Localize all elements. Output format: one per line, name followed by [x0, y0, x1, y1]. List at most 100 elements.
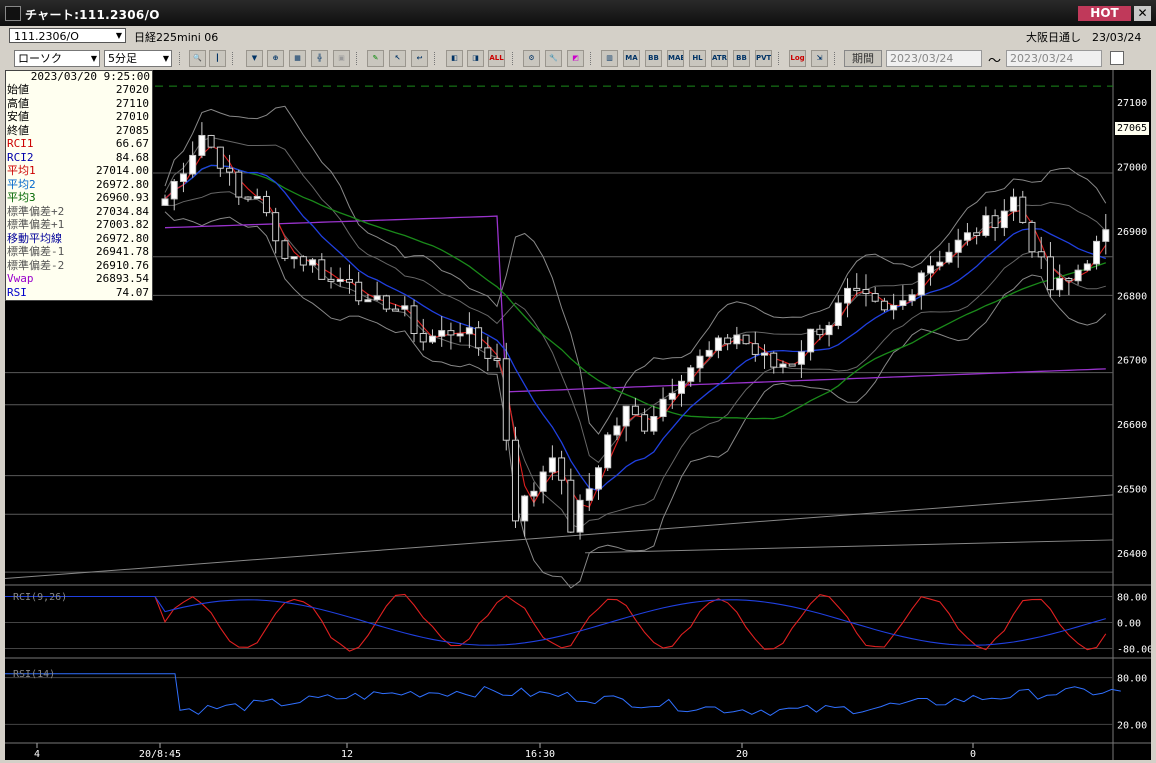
rsi-line [5, 673, 1121, 716]
candle-body [1028, 221, 1036, 253]
candle-body [401, 305, 409, 310]
crossline-icon[interactable]: ╬ [311, 50, 328, 67]
all-icon[interactable]: ALL [488, 50, 505, 67]
app-icon [5, 6, 21, 21]
date-range-separator: ～ [988, 54, 1002, 69]
info-row-value: 27020 [115, 83, 149, 96]
candle-body [576, 499, 584, 533]
info-row-value: 27110 [115, 96, 149, 110]
undo-icon[interactable]: ↩ [411, 50, 428, 67]
toolbar-separator [179, 52, 184, 65]
chevron-down-icon: ▼ [90, 54, 97, 63]
settings-icon[interactable]: ⚙ [523, 50, 540, 67]
time-tick-label: 16:30 [525, 749, 555, 760]
candle-body [253, 195, 261, 199]
candle-body [1074, 269, 1082, 282]
candle-body [659, 398, 667, 418]
candle-body [216, 146, 224, 169]
candle-body [687, 367, 695, 382]
zoom-icon[interactable]: 🔍 [189, 50, 206, 67]
disabled-icon[interactable]: ▣ [333, 50, 350, 67]
candle-body [991, 215, 999, 229]
color-icon[interactable]: ◩ [567, 50, 584, 67]
toolbar-separator [512, 52, 517, 65]
toolbar-separator [778, 52, 783, 65]
info-row: 移動平均線 26972.80 [6, 232, 152, 246]
candles-group [161, 122, 1110, 540]
price-tick-label: 26900 [1117, 227, 1147, 238]
candle-body [890, 304, 898, 311]
info-row-value: 66.67 [115, 137, 149, 150]
candle-body [1019, 196, 1027, 223]
candle-body [198, 134, 206, 156]
symbol-input[interactable]: 111.2306/O [9, 28, 126, 43]
interval-select[interactable]: 5分足 ▼ [104, 50, 172, 67]
select-icon[interactable]: ↖ [389, 50, 406, 67]
zoom-in-icon[interactable]: ⊕ [267, 50, 284, 67]
candle-body [751, 343, 759, 355]
rsi-panel: 80.00 20.00 [5, 673, 1147, 731]
bb-icon[interactable]: BB [645, 50, 662, 67]
chart-icon[interactable]: ▦ [289, 50, 306, 67]
info-row-label: 標準偏差-1 [7, 245, 65, 258]
mae-icon[interactable]: MAE [667, 50, 684, 67]
price-tick-label: 27100 [1117, 98, 1147, 109]
title-bar: チャート:111.2306/O HOT ✕ [0, 0, 1156, 26]
exchange-date: 大阪日通し 23/03/24 [1026, 29, 1141, 45]
candle-body [419, 333, 427, 343]
info-row-label: 標準偏差+2 [7, 204, 65, 218]
close-button[interactable]: ✕ [1134, 6, 1151, 21]
price-chart[interactable]: 27100 27000 26900 26800 26700 26600 26500 26400… [4, 70, 1153, 760]
candle-body [927, 265, 935, 274]
toolbar-separator [834, 52, 839, 65]
hl-icon[interactable]: HL [689, 50, 706, 67]
candle-body [604, 434, 612, 469]
info-row-label: 平均1 [7, 164, 36, 177]
date-to-input[interactable]: 2023/03/24 [1006, 50, 1102, 67]
date-from-value: 2023/03/24 [890, 52, 954, 65]
candle-body [631, 405, 639, 416]
candle-body [761, 352, 769, 356]
brush-icon[interactable]: 🔧 [545, 50, 562, 67]
bar-chart-icon[interactable]: ▥ [601, 50, 618, 67]
candle-body [1000, 210, 1008, 229]
chart-area[interactable]: 27100 27000 26900 26800 26700 26600 26500 26400… [4, 70, 1153, 760]
period-checkbox[interactable] [1110, 51, 1124, 65]
draw-right-icon[interactable]: ◨ [467, 50, 484, 67]
bar-icon[interactable]: ▼ [246, 50, 263, 67]
bollinger-lower-1 [165, 191, 1106, 529]
price-axis: 27100 27000 26900 26800 26700 26600 26500 26400 [1117, 98, 1147, 560]
chart-type-select[interactable]: ローソク ▼ [14, 50, 100, 67]
info-row: 標準偏差-2 26910.76 [6, 259, 152, 273]
info-rows: 始値 27020 高値 27110 安値 27010 終値 27085 RCI1 66.67 RCI… [6, 83, 152, 299]
candle-body [410, 305, 418, 335]
pvt-icon[interactable]: PVT [755, 50, 772, 67]
period-button[interactable]: 期間 [844, 50, 882, 67]
cursor-icon[interactable]: ┃ [209, 50, 226, 67]
ma2-line [164, 164, 1107, 492]
candle-body [299, 256, 307, 266]
info-row-value: 26972.80 [96, 177, 149, 191]
toolbar-separator [356, 52, 361, 65]
info-row-value: 27034.84 [96, 204, 149, 218]
chevron-down-icon[interactable]: ▼ [113, 29, 125, 42]
ma-icon[interactable]: MA [623, 50, 640, 67]
candle-body [179, 173, 187, 182]
candle-body [853, 287, 861, 291]
pen-icon[interactable]: ✎ [367, 50, 384, 67]
atr-icon[interactable]: ATR [711, 50, 728, 67]
info-row-label: RCI1 [7, 137, 34, 150]
hot-button[interactable]: HOT [1078, 6, 1131, 21]
export-icon[interactable]: ⇲ [811, 50, 828, 67]
date-from-input[interactable]: 2023/03/24 [886, 50, 982, 67]
info-row-label: 安値 [7, 110, 29, 123]
candle-body [797, 351, 805, 365]
draw-left-icon[interactable]: ◧ [446, 50, 463, 67]
candle-body [1102, 229, 1110, 242]
bb2-icon[interactable]: BB [733, 50, 750, 67]
candle-body [908, 294, 916, 302]
info-row-value: 27003.82 [96, 218, 149, 231]
rci-tick-label: -80.00 [1117, 645, 1151, 656]
rci-label: RCI(9,26) [13, 592, 67, 603]
log-icon[interactable]: Log [789, 50, 806, 67]
